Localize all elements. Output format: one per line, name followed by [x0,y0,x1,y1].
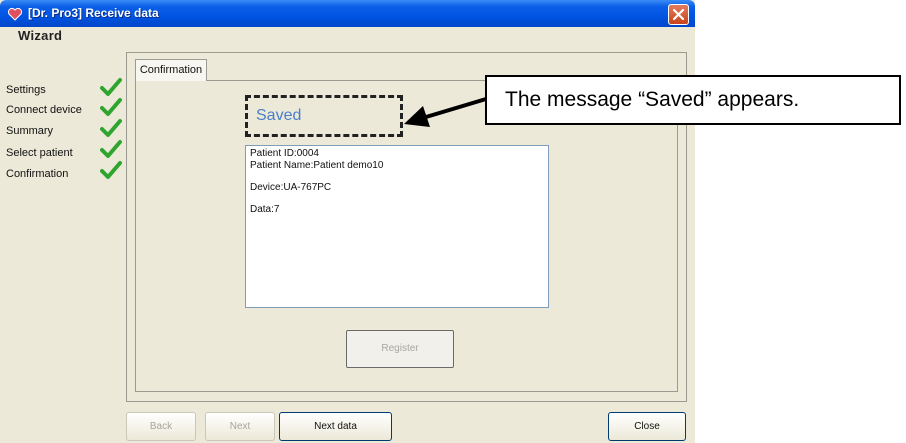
callout-box: The message “Saved” appears. [485,75,901,125]
callout-arrow [404,97,487,127]
